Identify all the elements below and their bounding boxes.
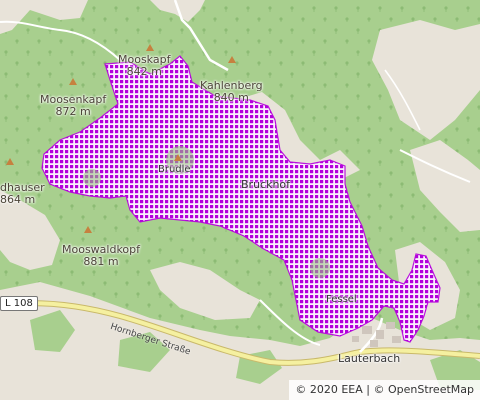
eea-attribution-link[interactable]: 2020 EEA <box>310 383 363 396</box>
peak-elevation: 872 m <box>55 105 91 118</box>
road-shield-l108: L 108 <box>0 296 38 311</box>
peak-label-dhauser: dhauser 864 m <box>0 182 45 206</box>
copyright-sign: © <box>295 383 307 396</box>
peak-marker-brudle <box>174 154 182 161</box>
peak-elevation: 864 m <box>0 193 36 206</box>
map-attribution: © 2020 EEA | © OpenStreetMap <box>289 380 480 400</box>
map-viewport[interactable]: Mooskapf 842 m Kahlenberg 840 m Moosenka… <box>0 0 480 400</box>
peak-marker-dhauser <box>6 158 14 165</box>
place-label-bruckhof: Bruckhof <box>241 178 291 191</box>
peak-label-kahlenberg: Kahlenberg 840 m <box>200 80 263 104</box>
osm-attribution-link[interactable]: OpenStreetMap <box>388 383 474 396</box>
place-label-lauterbach: Lauterbach <box>338 352 401 365</box>
peak-marker-moosenkapf <box>69 78 77 85</box>
peak-marker-mooskapf <box>146 44 154 51</box>
peak-label-mooskapf: Mooskapf 842 m <box>118 54 170 78</box>
peak-label-moosenkapf: Moosenkapf 872 m <box>40 94 106 118</box>
peak-marker-mooswaldkopf <box>84 226 92 233</box>
peak-marker-kahlenberg <box>228 56 236 63</box>
peak-label-mooswaldkopf: Mooswaldkopf 881 m <box>62 244 140 268</box>
place-label-fessel: Fessel <box>326 294 357 305</box>
place-label-brudle: Brudle <box>158 164 191 175</box>
copyright-sign: © <box>373 383 385 396</box>
peak-elevation: 840 m <box>213 91 249 104</box>
peak-elevation: 881 m <box>83 255 119 268</box>
map-base-layer <box>0 0 480 400</box>
attribution-separator: | <box>366 383 370 396</box>
peak-elevation: 842 m <box>126 65 162 78</box>
